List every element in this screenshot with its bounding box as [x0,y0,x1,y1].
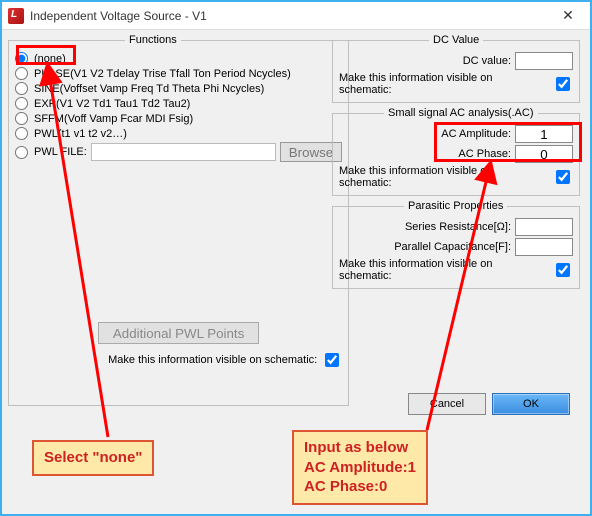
callout-right-line1: Input as below [304,438,416,458]
dc-group: DC Value DC value: Make this information… [332,34,580,103]
additional-pwl-button[interactable]: Additional PWL Points [98,322,259,344]
titlebar: Independent Voltage Source - V1 ✕ [2,2,590,30]
pwlfile-path-input[interactable] [91,143,276,161]
ac-visible-checkbox[interactable] [556,170,570,184]
radio-exp-label: EXP(V1 V2 Td1 Tau1 Td2 Tau2) [34,98,190,110]
ac-legend: Small signal AC analysis(.AC) [384,107,538,119]
radio-pwl-input[interactable] [15,127,28,140]
dc-legend: DC Value [429,34,483,46]
radio-sine-input[interactable] [15,82,28,95]
dialog-body: Functions (none) PULSE(V1 V2 Tdelay Tris… [2,30,590,418]
parasitic-visible-label: Make this information visible on schemat… [339,258,548,282]
dc-visible-checkbox[interactable] [556,77,570,91]
cancel-button[interactable]: Cancel [408,393,486,415]
functions-group: Functions (none) PULSE(V1 V2 Tdelay Tris… [8,34,349,406]
radio-pulse[interactable]: PULSE(V1 V2 Tdelay Trise Tfall Ton Perio… [15,67,342,80]
radio-pwlfile[interactable]: PWL FILE: Browse [15,142,342,162]
right-pane: DC Value DC value: Make this information… [332,34,580,421]
dc-visible-label: Make this information visible on schemat… [339,72,548,96]
functions-visible-label: Make this information visible on schemat… [108,354,317,366]
parallel-c-label: Parallel Capacitance[F]: [394,241,511,253]
app-icon [8,8,24,24]
parasitic-legend: Parasitic Properties [404,200,507,212]
radio-pwlfile-label: PWL FILE: [34,146,87,158]
functions-visible-row: Make this information visible on schemat… [15,350,342,370]
callout-right-line2: AC Amplitude:1 [304,458,416,478]
parasitic-group: Parasitic Properties Series Resistance[Ω… [332,200,580,289]
callout-select-none: Select "none" [32,440,154,476]
radio-pwlfile-input[interactable] [15,146,28,159]
radio-pwl[interactable]: PWL(t1 v1 t2 v2…) [15,127,342,140]
radio-sine[interactable]: SINE(Voffset Vamp Freq Td Theta Phi Ncyc… [15,82,342,95]
radio-sffm-label: SFFM(Voff Vamp Fcar MDI Fsig) [34,113,193,125]
functions-legend: Functions [125,34,181,46]
callout-right-line3: AC Phase:0 [304,477,416,497]
parallel-c-input[interactable] [515,238,573,256]
annotation-box-none [16,45,76,65]
radio-sffm[interactable]: SFFM(Voff Vamp Fcar MDI Fsig) [15,112,342,125]
callout-input-ac: Input as below AC Amplitude:1 AC Phase:0 [292,430,428,505]
radio-exp-input[interactable] [15,97,28,110]
dc-value-input[interactable] [515,52,573,70]
annotation-box-ac [434,122,582,162]
close-button[interactable]: ✕ [546,2,590,30]
ac-visible-label: Make this information visible on schemat… [339,165,548,189]
parasitic-visible-checkbox[interactable] [556,263,570,277]
window-title: Independent Voltage Source - V1 [30,9,546,23]
series-r-label: Series Resistance[Ω]: [405,221,511,233]
dc-value-label: DC value: [463,55,511,67]
radio-sine-label: SINE(Voffset Vamp Freq Td Theta Phi Ncyc… [34,83,264,95]
radio-exp[interactable]: EXP(V1 V2 Td1 Tau1 Td2 Tau2) [15,97,342,110]
ok-button[interactable]: OK [492,393,570,415]
radio-pulse-label: PULSE(V1 V2 Tdelay Trise Tfall Ton Perio… [34,68,291,80]
radio-sffm-input[interactable] [15,112,28,125]
callout-left-text: Select "none" [44,449,142,466]
series-r-input[interactable] [515,218,573,236]
radio-pulse-input[interactable] [15,67,28,80]
radio-pwl-label: PWL(t1 v1 t2 v2…) [34,128,127,140]
